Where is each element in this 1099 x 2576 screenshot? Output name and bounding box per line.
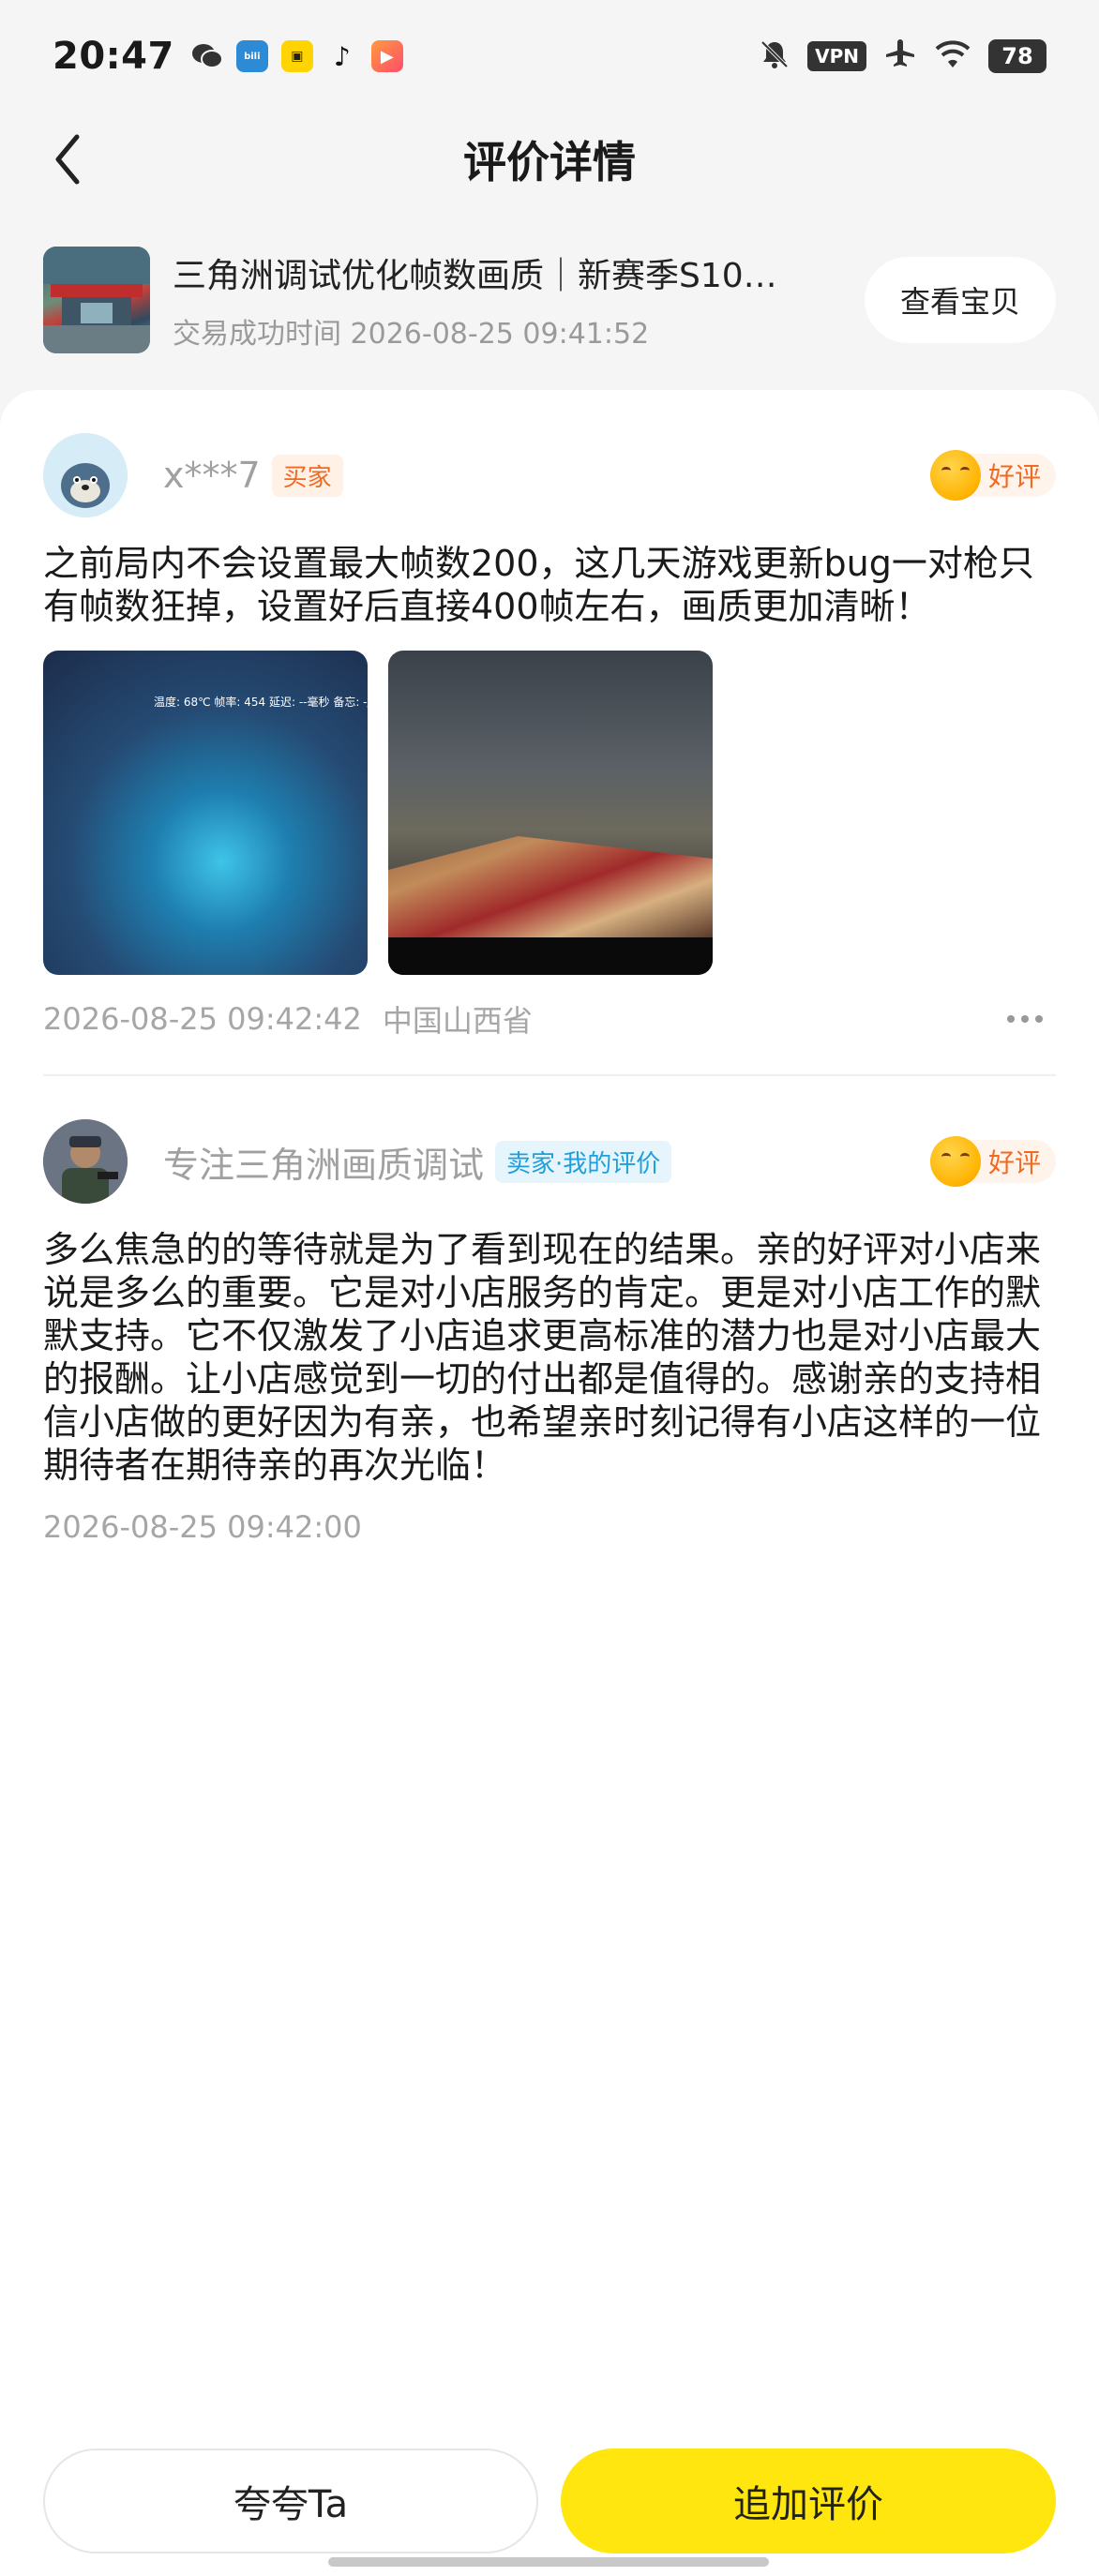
avatar[interactable]	[43, 1119, 128, 1204]
review-photo[interactable]	[388, 651, 713, 975]
view-item-button[interactable]: 查看宝贝	[865, 257, 1056, 343]
product-row[interactable]: 三角洲调试优化帧数画质｜新赛季S10… 交易成功时间 2026-08-25 09…	[43, 246, 1056, 354]
chevron-left-icon	[55, 134, 80, 185]
smile-emoji-icon	[929, 450, 981, 501]
photo-scene	[388, 836, 713, 937]
review-text: 之前局内不会设置最大帧数200，这几天游戏更新bug一对枪只有帧数狂掉，设置好后…	[43, 543, 1034, 627]
review-date: 2026-08-25 09:42:00	[43, 1509, 362, 1545]
review-meta: 2026-08-25 09:42:00	[43, 1509, 1056, 1545]
back-button[interactable]	[41, 133, 94, 186]
bottom-action-bar: 夸夸Ta 追加评价	[43, 2449, 1056, 2554]
review-card: x***7 买家 好评 之前局内不会设置最大帧数200，这几天游戏更新bug一对…	[0, 390, 1099, 2576]
status-time: 20:47	[53, 35, 174, 78]
product-title: 三角洲调试优化帧数画质｜新赛季S10…	[173, 257, 777, 295]
review-meta: 2026-08-25 09:42:42 中国山西省	[43, 997, 1056, 1041]
photo-taskbar	[388, 937, 713, 975]
rating-label: 好评	[987, 1147, 1041, 1178]
wechat-icon	[191, 40, 223, 72]
rating-label: 好评	[987, 461, 1041, 492]
add-review-button[interactable]: 追加评价	[561, 2449, 1056, 2554]
user-name[interactable]: 专注三角洲画质调试	[163, 1136, 484, 1188]
divider	[43, 1074, 1056, 1076]
video-app-icon: ▶	[370, 40, 403, 72]
review-location: 中国山西省	[382, 1003, 533, 1039]
battery-indicator: 78	[988, 39, 1046, 73]
rating-badge: 好评	[929, 1136, 1056, 1187]
tiktok-icon: ♪	[333, 40, 351, 72]
review-photos: 温度: 68℃ 帧率: 454 延迟: --毫秒 备忘: -/-	[43, 651, 1056, 975]
smile-emoji-icon	[929, 1136, 981, 1187]
page-title: 评价详情	[463, 137, 636, 187]
more-dot	[1035, 1015, 1043, 1023]
avatar[interactable]	[43, 433, 128, 517]
vpn-badge: VPN	[807, 41, 866, 71]
user-name[interactable]: x***7	[163, 455, 261, 496]
trade-time: 交易成功时间 2026-08-25 09:41:52	[173, 318, 650, 351]
status-indicators: VPN 78	[759, 37, 1046, 75]
mute-bell-icon	[759, 38, 790, 74]
home-indicator[interactable]	[328, 2557, 769, 2567]
role-tag: 买家	[271, 454, 343, 497]
review-header: 专注三角洲画质调试 卖家·我的评价 好评	[43, 1119, 1056, 1204]
more-dot	[1021, 1015, 1029, 1023]
review-text: 多么焦急的的等待就是为了看到现在的结果。亲的好评对小店来说是多么的重要。它是对小…	[43, 1229, 1042, 1486]
wifi-icon	[934, 39, 971, 73]
bilibili-icon: bili	[235, 40, 268, 72]
role-tag: 卖家·我的评价	[495, 1140, 672, 1183]
photo-hud-text: 温度: 68℃ 帧率: 454 延迟: --毫秒 备忘: -/-	[154, 696, 368, 709]
product-thumbnail[interactable]	[43, 247, 150, 353]
review-header: x***7 买家 好评	[43, 433, 1056, 517]
rating-badge: 好评	[929, 450, 1056, 501]
app-icon: ▣	[280, 40, 313, 72]
status-app-icons: bili ▣ ♪ ▶	[191, 40, 403, 72]
buyer-review: x***7 买家 好评 之前局内不会设置最大帧数200，这几天游戏更新bug一对…	[43, 433, 1056, 1041]
praise-button[interactable]: 夸夸Ta	[43, 2449, 538, 2554]
more-dot	[1007, 1015, 1015, 1023]
seller-review: 专注三角洲画质调试 卖家·我的评价 好评 多么焦急的的等待就是为了看到现在的结果…	[43, 1119, 1056, 1545]
review-photo[interactable]: 温度: 68℃ 帧率: 454 延迟: --毫秒 备忘: -/-	[43, 651, 368, 975]
more-options-button[interactable]	[1007, 1015, 1056, 1023]
product-info: 三角洲调试优化帧数画质｜新赛季S10… 交易成功时间 2026-08-25 09…	[173, 248, 829, 352]
review-date: 2026-08-25 09:42:42	[43, 1001, 362, 1037]
nav-header: 评价详情	[0, 112, 1099, 206]
status-bar: 20:47 bili ▣ ♪ ▶ VPN 78	[0, 0, 1099, 112]
airplane-icon	[883, 37, 917, 75]
